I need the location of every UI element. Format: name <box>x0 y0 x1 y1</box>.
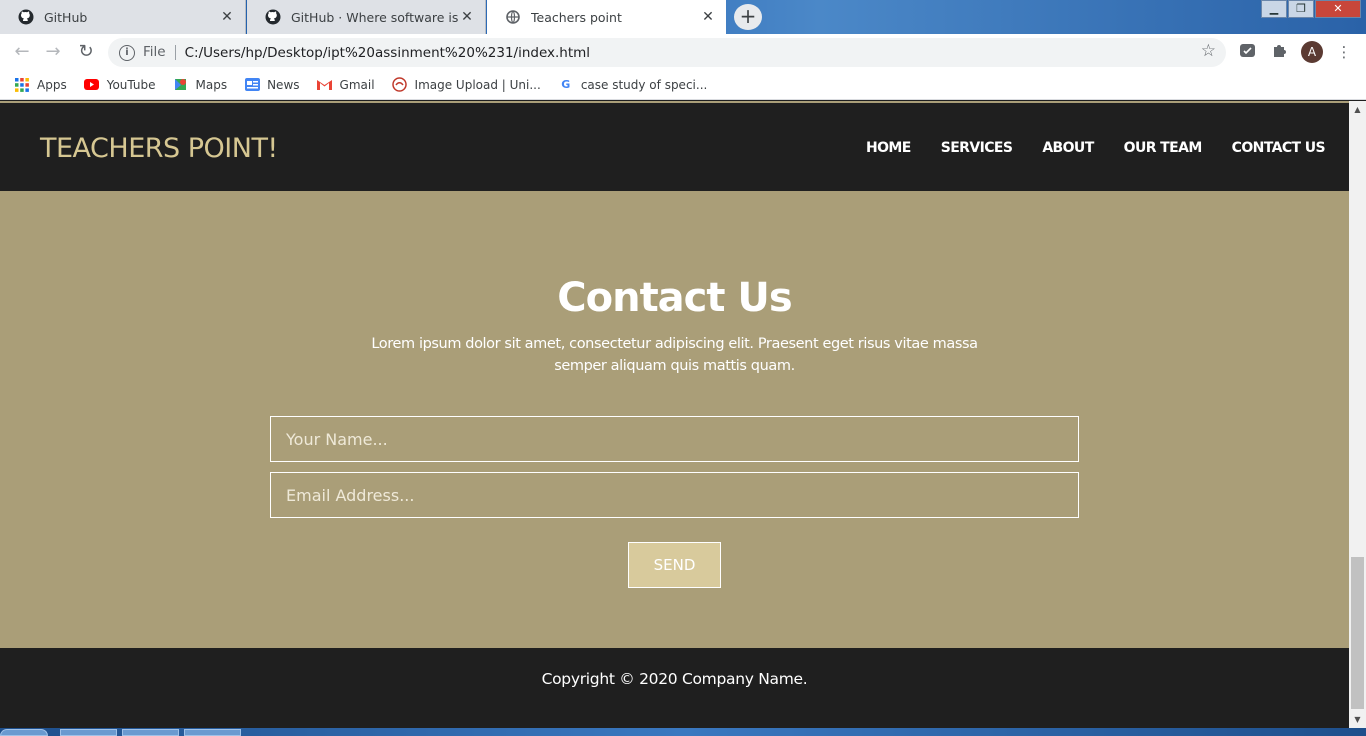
scroll-thumb[interactable] <box>1351 557 1364 709</box>
page-viewport: TEACHERS POINT! HOME SERVICES ABOUT OUR … <box>0 101 1349 728</box>
youtube-icon <box>84 77 100 93</box>
bookmark-star-icon[interactable]: ☆ <box>1201 41 1216 61</box>
info-icon[interactable]: i <box>119 44 135 61</box>
contact-title: Contact Us <box>557 275 792 321</box>
nav-our-team[interactable]: OUR TEAM <box>1124 140 1203 156</box>
forward-arrow-icon[interactable]: → <box>41 41 65 65</box>
copyright-text: Copyright © 2020 Company Name. <box>541 670 808 688</box>
close-tab-icon[interactable]: ✕ <box>700 9 716 25</box>
taskbar-app-item[interactable] <box>122 729 179 736</box>
bookmark-label: Apps <box>37 77 67 92</box>
contact-description: Lorem ipsum dolor sit amet, consectetur … <box>371 336 978 374</box>
site-logo[interactable]: TEACHERS POINT! <box>40 133 278 164</box>
tab-title: Teachers point <box>531 9 622 25</box>
name-input[interactable] <box>270 416 1079 462</box>
google-icon: G <box>561 78 571 91</box>
contact-section: Contact Us Lorem ipsum dolor sit amet, c… <box>0 191 1349 648</box>
reload-icon[interactable]: ↻ <box>74 41 98 65</box>
maps-icon <box>173 77 189 93</box>
bookmark-label: case study of speci... <box>580 77 708 92</box>
nav-services[interactable]: SERVICES <box>941 140 1013 156</box>
scroll-down-arrow-icon[interactable]: ▼ <box>1349 711 1366 728</box>
tab-title: GitHub <box>44 9 88 25</box>
bookmark-apps[interactable]: Apps <box>14 77 67 93</box>
gmail-icon <box>317 77 333 93</box>
email-input[interactable] <box>270 472 1079 518</box>
url-text[interactable]: C:/Users/hp/Desktop/ipt%20assinment%20%2… <box>185 45 590 61</box>
tab-github[interactable]: GitHub ✕ <box>0 0 246 34</box>
image-upload-icon <box>392 77 408 93</box>
close-tab-icon[interactable]: ✕ <box>459 9 475 25</box>
bookmark-news[interactable]: News <box>244 77 300 93</box>
bookmark-youtube[interactable]: YouTube <box>84 77 156 93</box>
tab-title: GitHub · Where software is built <box>291 9 461 25</box>
extension-icon[interactable] <box>1237 42 1257 62</box>
new-tab-button[interactable]: + <box>734 4 762 30</box>
bookmark-label: YouTube <box>106 77 156 92</box>
bookmark-label: Gmail <box>339 77 375 92</box>
minimize-window-icon[interactable]: ▁ <box>1261 0 1287 18</box>
close-tab-icon[interactable]: ✕ <box>219 9 235 25</box>
start-button[interactable] <box>0 729 48 736</box>
page-scrollbar[interactable]: ▲ ▼ <box>1349 101 1366 728</box>
bookmark-image-upload[interactable]: Image Upload | Uni... <box>392 77 541 93</box>
apps-grid-icon <box>14 77 30 93</box>
github-icon <box>18 9 34 25</box>
bookmark-label: Image Upload | Uni... <box>414 77 541 92</box>
bookmark-case-study[interactable]: G case study of speci... <box>558 77 708 93</box>
bookmark-label: News <box>267 77 300 92</box>
bookmarks-bar: Apps YouTube Maps News Gmail Image Uploa… <box>0 70 1366 100</box>
extensions-puzzle-icon[interactable] <box>1269 42 1289 62</box>
send-button[interactable]: SEND <box>628 542 721 588</box>
bookmark-maps[interactable]: Maps <box>173 77 228 93</box>
globe-icon <box>505 9 521 25</box>
taskbar-chrome-item[interactable] <box>60 729 117 736</box>
tab-github-where[interactable]: GitHub · Where software is built ✕ <box>247 0 486 34</box>
scroll-up-arrow-icon[interactable]: ▲ <box>1349 101 1366 118</box>
restore-window-icon[interactable]: ❐ <box>1288 0 1314 18</box>
address-bar[interactable]: i File C:/Users/hp/Desktop/ipt%20assinme… <box>108 38 1226 67</box>
url-scheme-label: File <box>143 45 176 60</box>
close-window-icon[interactable]: ✕ <box>1315 0 1361 18</box>
back-arrow-icon[interactable]: ← <box>10 41 34 65</box>
site-header: TEACHERS POINT! HOME SERVICES ABOUT OUR … <box>0 103 1349 191</box>
main-nav: HOME SERVICES ABOUT OUR TEAM CONTACT US <box>836 140 1326 156</box>
profile-avatar[interactable]: A <box>1301 41 1323 63</box>
bookmark-gmail[interactable]: Gmail <box>317 77 375 93</box>
nav-about[interactable]: ABOUT <box>1042 140 1094 156</box>
site-footer: Copyright © 2020 Company Name. <box>0 648 1349 728</box>
news-icon <box>244 77 260 93</box>
browser-menu-icon[interactable]: ⋮ <box>1334 42 1354 62</box>
taskbar-app-item[interactable] <box>184 729 241 736</box>
browser-tab-strip: GitHub ✕ GitHub · Where software is buil… <box>0 0 1366 34</box>
browser-toolbar: ← → ↻ i File C:/Users/hp/Desktop/ipt%20a… <box>0 34 1366 70</box>
nav-contact-us[interactable]: CONTACT US <box>1232 140 1326 156</box>
github-icon <box>265 9 281 25</box>
nav-home[interactable]: HOME <box>866 140 911 156</box>
bookmark-label: Maps <box>195 77 228 92</box>
tab-teachers-point[interactable]: Teachers point ✕ <box>487 0 726 34</box>
